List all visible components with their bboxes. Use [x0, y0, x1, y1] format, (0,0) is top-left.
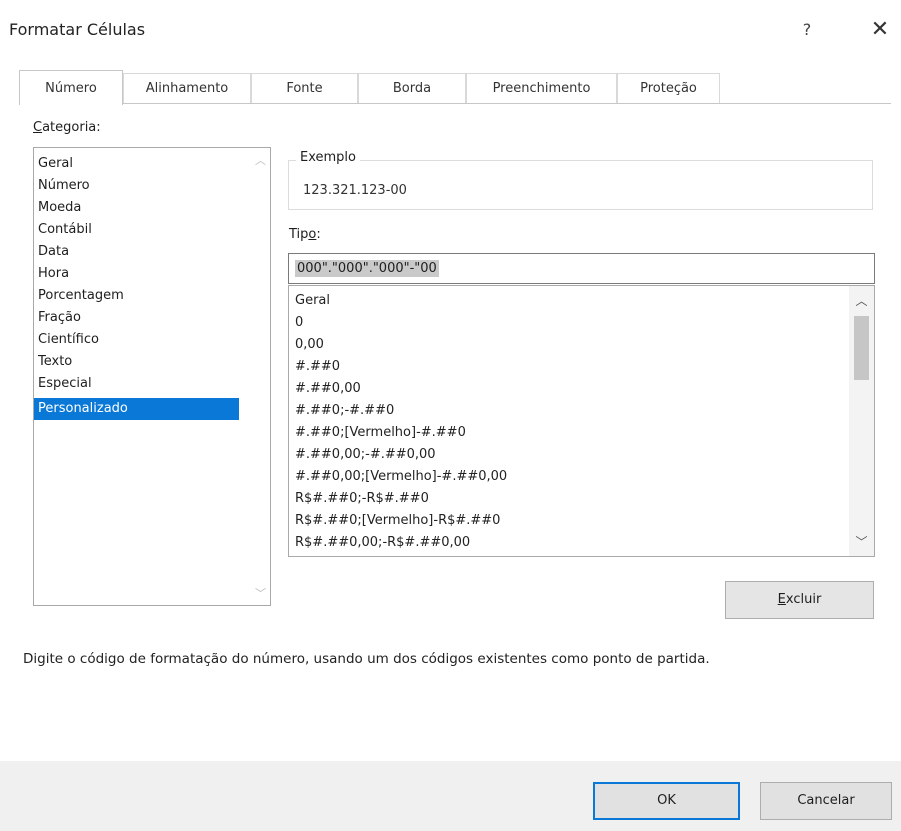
format-item[interactable]: Geral	[295, 290, 330, 311]
category-item-fracao[interactable]: Fração	[34, 307, 239, 329]
category-label-text: ategoria:	[42, 120, 101, 135]
example-value: 123.321.123-00	[303, 183, 407, 198]
category-item-hora[interactable]: Hora	[34, 263, 239, 285]
tab-alinhamento[interactable]: Alinhamento	[123, 73, 251, 103]
type-label-end: :	[316, 227, 321, 242]
delete-button-label: xcluir	[785, 592, 822, 607]
category-item-personalizado[interactable]: Personalizado	[34, 398, 239, 420]
type-label: Tipo:	[289, 227, 321, 242]
format-item[interactable]: #.##0,00;-#.##0,00	[295, 444, 436, 465]
cancel-button[interactable]: Cancelar	[760, 782, 892, 820]
category-item-geral[interactable]: Geral	[34, 153, 239, 175]
format-list-scrollbar[interactable]: ︿ ﹀	[849, 286, 874, 556]
tab-protecao[interactable]: Proteção	[617, 73, 720, 103]
format-item[interactable]: 0	[295, 312, 303, 333]
ok-button[interactable]: OK	[593, 782, 740, 820]
format-item[interactable]: #.##0;[Vermelho]-#.##0	[295, 422, 466, 443]
delete-button[interactable]: Excluir	[725, 581, 874, 619]
format-item[interactable]: R$#.##0;[Vermelho]-R$#.##0	[295, 510, 500, 531]
hint-text: Digite o código de formatação do número,…	[23, 651, 710, 667]
tab-borda[interactable]: Borda	[358, 73, 466, 103]
format-item[interactable]: R$#.##0,00;-R$#.##0,00	[295, 532, 470, 553]
category-list[interactable]: Geral Número Moeda Contábil Data Hora Po…	[33, 147, 271, 606]
example-legend: Exemplo	[296, 150, 360, 165]
category-item-moeda[interactable]: Moeda	[34, 197, 239, 219]
category-label: Categoria:	[33, 120, 101, 135]
chevron-down-icon[interactable]: ﹀	[849, 533, 874, 550]
format-item[interactable]: #.##0;-#.##0	[295, 400, 394, 421]
type-label-start: Tip	[289, 227, 309, 242]
format-item[interactable]: #.##0	[295, 356, 340, 377]
category-item-texto[interactable]: Texto	[34, 351, 239, 373]
tab-numero[interactable]: Número	[19, 70, 123, 105]
category-item-cientifico[interactable]: Científico	[34, 329, 239, 351]
chevron-up-icon[interactable]: ︿	[849, 292, 874, 309]
category-label-hotkey: C	[33, 120, 43, 135]
scrollbar-thumb[interactable]	[854, 316, 869, 380]
format-item[interactable]: #.##0,00;[Vermelho]-#.##0,00	[295, 466, 507, 487]
tab-panel-border	[19, 103, 891, 104]
format-code-list[interactable]: Geral 0 0,00 #.##0 #.##0,00 #.##0;-#.##0…	[288, 285, 875, 557]
chevron-down-icon[interactable]: ﹀	[255, 585, 266, 601]
format-item[interactable]: R$#.##0;-R$#.##0	[295, 488, 429, 509]
help-button[interactable]: ?	[795, 18, 819, 42]
format-item[interactable]: #.##0,00	[295, 378, 361, 399]
category-item-porcentagem[interactable]: Porcentagem	[34, 285, 239, 307]
tab-strip: Número Alinhamento Fonte Borda Preenchim…	[19, 70, 720, 105]
tab-fonte[interactable]: Fonte	[251, 73, 358, 103]
dialog-title: Formatar Células	[9, 20, 146, 39]
format-item[interactable]: 0,00	[295, 334, 324, 355]
category-item-numero[interactable]: Número	[34, 175, 239, 197]
category-item-especial[interactable]: Especial	[34, 373, 239, 395]
type-input[interactable]: 000"."000"."000"-"00	[288, 253, 875, 284]
close-button[interactable]: ✕	[866, 16, 894, 44]
chevron-up-icon[interactable]: ︿	[255, 152, 266, 168]
tab-preenchimento[interactable]: Preenchimento	[466, 73, 617, 103]
delete-button-hotkey: E	[777, 592, 786, 607]
type-input-value: 000"."000"."000"-"00	[295, 260, 439, 277]
category-item-contabil[interactable]: Contábil	[34, 219, 239, 241]
category-item-data[interactable]: Data	[34, 241, 239, 263]
